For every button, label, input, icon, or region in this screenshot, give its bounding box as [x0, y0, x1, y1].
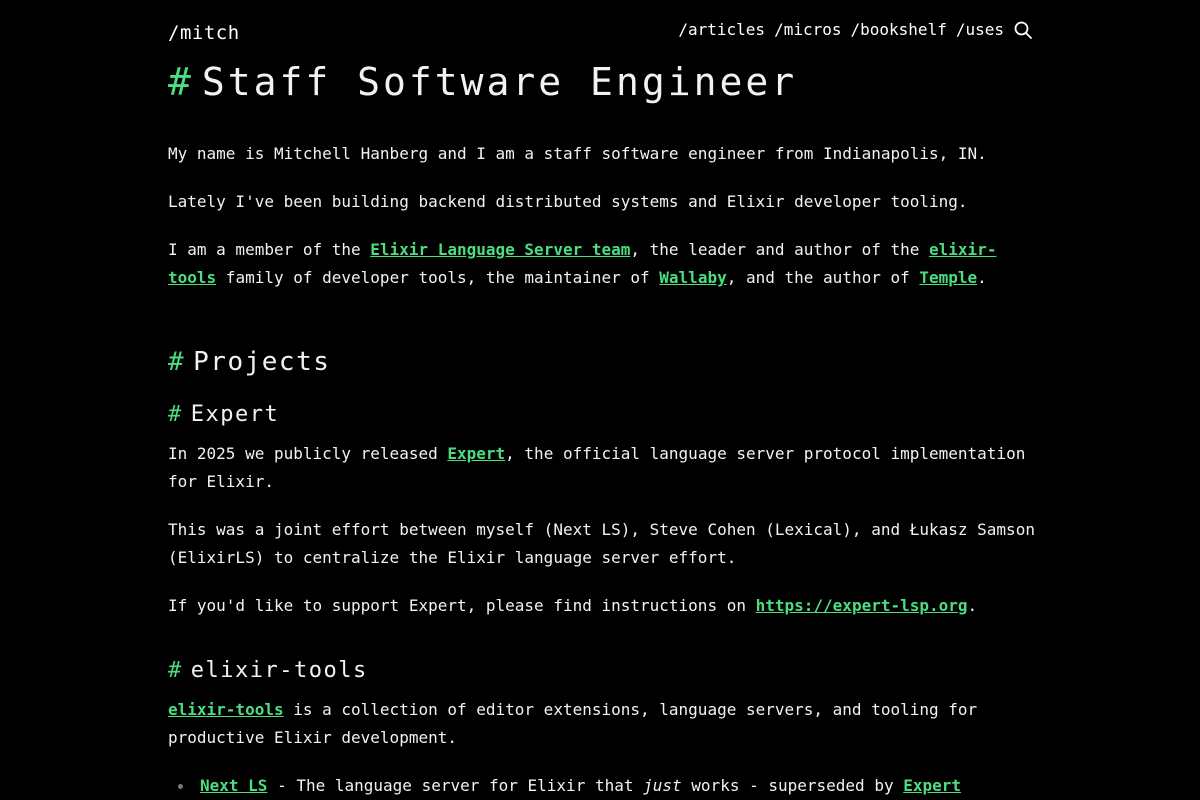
expert-paragraph-1: In 2025 we publicly released Expert, the… — [168, 440, 1038, 496]
site-logo[interactable]: /mitch — [168, 22, 240, 44]
list-item-text: works - superseded by — [681, 776, 904, 795]
elixir-tools-heading-text: elixir-tools — [190, 658, 368, 683]
link-wallaby[interactable]: Wallaby — [659, 268, 726, 287]
main-nav: /articles /micros /bookshelf /uses — [669, 20, 1032, 39]
nav-uses[interactable]: /uses — [956, 20, 1004, 39]
projects-heading: # Projects — [168, 344, 1038, 380]
link-expert-superseded[interactable]: Expert — [903, 776, 961, 795]
intro-text: family of developer tools, the maintaine… — [216, 268, 660, 287]
link-elixir-tools-project[interactable]: elixir-tools — [168, 700, 284, 719]
expert-text: In 2025 we publicly released — [168, 444, 448, 463]
heading-hash: # — [168, 402, 183, 427]
heading-hash: # — [168, 60, 194, 104]
page-title-text: Staff Software Engineer — [201, 60, 798, 104]
expert-heading: # Expert — [168, 400, 1038, 430]
list-item-text: - The language server for Elixir that — [267, 776, 644, 795]
link-temple[interactable]: Temple — [919, 268, 977, 287]
expert-paragraph-3: If you'd like to support Expert, please … — [168, 592, 1038, 620]
intro-text: , and the author of — [726, 268, 920, 287]
nav-micros[interactable]: /micros — [774, 20, 841, 39]
nav-bookshelf[interactable]: /bookshelf — [851, 20, 947, 39]
page-title: # Staff Software Engineer — [168, 58, 1038, 106]
expert-heading-text: Expert — [190, 402, 280, 427]
main-content: # Staff Software Engineer My name is Mitc… — [168, 58, 1038, 800]
link-expert-lsp-org[interactable]: https://expert-lsp.org — [756, 596, 968, 615]
expert-text: . — [967, 596, 978, 615]
heading-hash: # — [168, 658, 183, 683]
intro-paragraph-2: Lately I've been building backend distri… — [168, 192, 968, 211]
list-item: Next LS - The language server for Elixir… — [178, 772, 1038, 800]
link-expert[interactable]: Expert — [447, 444, 505, 463]
intro-text: , the leader and author of the — [630, 240, 930, 259]
nav-articles[interactable]: /articles — [678, 20, 765, 39]
expert-text: If you'd like to support Expert, please … — [168, 596, 756, 615]
intro-paragraph-1: My name is Mitchell Hanberg and I am a s… — [168, 144, 987, 163]
heading-hash: # — [168, 347, 186, 377]
list-item-emphasis: just — [643, 776, 682, 795]
link-elixir-language-server-team[interactable]: Elixir Language Server team — [370, 240, 630, 259]
elixir-tools-list: Next LS - The language server for Elixir… — [168, 772, 1038, 800]
search-icon[interactable] — [1014, 21, 1032, 39]
intro-text: I am a member of the — [168, 240, 371, 259]
link-next-ls[interactable]: Next LS — [200, 776, 267, 795]
projects-heading-text: Projects — [193, 347, 331, 377]
intro-text: . — [977, 268, 987, 287]
page: /mitch /articles /micros /bookshelf /use… — [0, 0, 1200, 800]
elixir-tools-text: is a collection of editor extensions, la… — [168, 700, 978, 747]
intro-paragraph-3: I am a member of the Elixir Language Ser… — [168, 236, 1038, 292]
site-header: /mitch /articles /micros /bookshelf /use… — [168, 18, 1032, 46]
elixir-tools-paragraph: elixir-tools is a collection of editor e… — [168, 696, 1038, 752]
expert-paragraph-2: This was a joint effort between myself (… — [168, 520, 1035, 567]
elixir-tools-heading: # elixir-tools — [168, 656, 1038, 686]
